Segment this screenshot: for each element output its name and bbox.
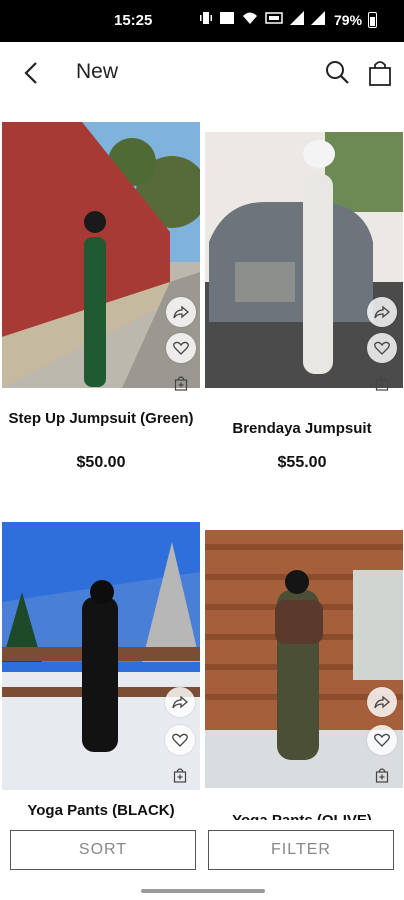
add-to-bag-icon	[174, 376, 188, 391]
product-price: $55.00	[277, 454, 327, 471]
add-to-bag-button[interactable]	[171, 373, 191, 393]
add-to-bag-button[interactable]	[372, 765, 392, 785]
share-button[interactable]	[165, 687, 195, 717]
product-price: $50.00	[76, 454, 126, 471]
share-button[interactable]	[367, 297, 397, 327]
bottom-action-bar: SORT FILTER	[0, 820, 404, 900]
product-card[interactable]: Step Up Jumpsuit (Green) $50.00	[0, 120, 202, 490]
product-card[interactable]: Brendaya Jumpsuit $55.00	[202, 120, 404, 490]
product-card[interactable]: Yoga Pants (OLIVE)	[202, 520, 404, 829]
filter-button[interactable]: FILTER	[208, 830, 394, 870]
status-bar: 15:25 79%	[0, 0, 404, 42]
share-button[interactable]	[367, 687, 397, 717]
signal-icon	[290, 11, 304, 25]
vibrate-icon	[200, 12, 212, 24]
product-name[interactable]: Step Up Jumpsuit (Green)	[6, 408, 196, 429]
wishlist-button[interactable]	[367, 333, 397, 363]
add-to-bag-button[interactable]	[170, 765, 190, 785]
wishlist-button[interactable]	[165, 725, 195, 755]
add-to-bag-button[interactable]	[372, 373, 392, 393]
product-name[interactable]: Yoga Pants (BLACK)	[6, 800, 196, 821]
product-card[interactable]: Yoga Pants (BLACK)	[0, 520, 202, 820]
share-icon	[374, 305, 390, 319]
heart-icon	[173, 341, 189, 355]
product-name[interactable]: Brendaya Jumpsuit	[207, 418, 397, 439]
data-saver-icon	[220, 12, 234, 24]
sort-button[interactable]: SORT	[10, 830, 196, 870]
back-arrow-icon[interactable]	[18, 58, 44, 88]
signal-2-icon	[311, 11, 325, 25]
share-icon	[173, 305, 189, 319]
heart-icon	[172, 733, 188, 747]
share-icon	[172, 695, 188, 709]
add-to-bag-icon	[375, 768, 389, 783]
share-icon	[374, 695, 390, 709]
page-title: New	[76, 60, 119, 83]
wishlist-button[interactable]	[166, 333, 196, 363]
battery-icon	[368, 12, 377, 28]
wishlist-button[interactable]	[367, 725, 397, 755]
volte-icon	[265, 12, 283, 24]
shopping-bag-icon[interactable]	[366, 58, 394, 88]
heart-icon	[374, 733, 390, 747]
add-to-bag-icon	[173, 768, 187, 783]
heart-icon	[374, 341, 390, 355]
battery-percent: 79%	[334, 12, 363, 28]
top-app-bar: New	[0, 42, 404, 104]
status-icons	[200, 11, 325, 25]
gesture-home-bar[interactable]	[141, 889, 265, 893]
wifi-icon	[243, 12, 257, 24]
search-icon[interactable]	[323, 58, 351, 86]
status-time: 15:25	[114, 12, 153, 29]
add-to-bag-icon	[375, 376, 389, 391]
share-button[interactable]	[166, 297, 196, 327]
